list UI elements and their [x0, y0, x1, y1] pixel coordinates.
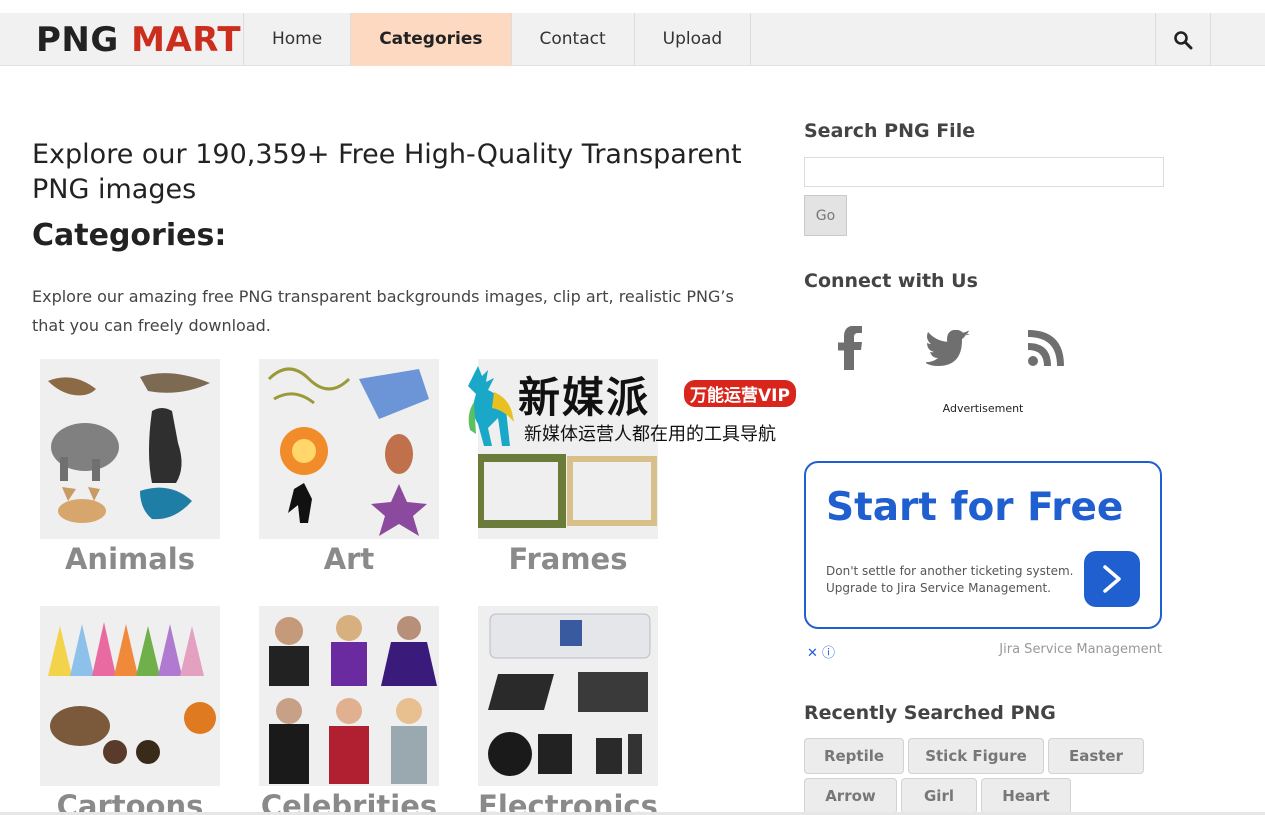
- ad-sponsor[interactable]: Jira Service Management: [960, 642, 1162, 657]
- sidebar-search-heading: Search PNG File: [804, 120, 976, 142]
- art-thumbnail: [267, 367, 429, 536]
- cartoons-thumbnail: [48, 622, 216, 764]
- tag-reptile[interactable]: Reptile: [804, 738, 904, 774]
- logo-text-png: PNG: [36, 20, 119, 60]
- category-label[interactable]: Animals: [40, 540, 220, 578]
- tag-heart[interactable]: Heart: [981, 778, 1071, 814]
- page-headline: Explore our 190,359+ Free High-Quality T…: [32, 139, 742, 205]
- facebook-link[interactable]: [825, 322, 877, 374]
- category-celebrities-image[interactable]: [259, 606, 439, 786]
- logo-text-mart: MART: [131, 20, 242, 60]
- watermark-badge: 万能运营VIP: [684, 380, 796, 407]
- electronics-thumbnail: [488, 613, 651, 776]
- category-label[interactable]: Art: [259, 540, 439, 578]
- tag-girl[interactable]: Girl: [901, 778, 977, 814]
- ad-close-icon[interactable]: ✕ ⓘ: [807, 642, 835, 661]
- search-icon: [1174, 30, 1193, 49]
- category-label[interactable]: Frames: [478, 540, 658, 578]
- category-cartoons-image[interactable]: [40, 606, 220, 786]
- rss-icon: [1028, 330, 1064, 366]
- category-electronics[interactable]: Electronics: [478, 606, 658, 815]
- header-search-button[interactable]: [1155, 13, 1211, 66]
- nav-home[interactable]: Home: [243, 13, 350, 66]
- category-art-image[interactable]: [259, 359, 439, 539]
- category-animals-image[interactable]: [40, 359, 220, 539]
- twitter-link[interactable]: [922, 322, 974, 374]
- tag-easter[interactable]: Easter: [1048, 738, 1144, 774]
- ad-arrow-button[interactable]: [1084, 551, 1140, 607]
- category-art[interactable]: Art: [259, 359, 439, 578]
- site-logo[interactable]: PNG MART: [36, 20, 241, 60]
- advertisement-label: Advertisement: [942, 402, 1024, 415]
- category-label[interactable]: Celebrities: [259, 787, 439, 815]
- category-label[interactable]: Cartoons: [40, 787, 220, 815]
- category-animals[interactable]: Animals: [40, 359, 220, 578]
- ad-headline[interactable]: Start for Free: [826, 485, 1123, 530]
- celebrities-thumbnail: [269, 615, 437, 784]
- nav-contact[interactable]: Contact: [510, 13, 634, 66]
- watermark-subtitle: 新媒体运营人都在用的工具导航: [524, 424, 776, 445]
- category-celebrities[interactable]: Celebrities: [259, 606, 439, 815]
- categories-title: Categories:: [32, 218, 227, 253]
- intro-text: Explore our amazing free PNG transparent…: [32, 287, 734, 335]
- tag-stick-figure[interactable]: Stick Figure: [908, 738, 1044, 774]
- main-nav: Home Categories Contact Upload: [243, 13, 752, 66]
- png-search-input[interactable]: [804, 157, 1164, 187]
- nav-categories[interactable]: Categories: [350, 13, 511, 66]
- top-navigation-bar: PNG MART Home Categories Contact Upload: [0, 13, 1265, 66]
- deer-logo-icon: [468, 366, 514, 446]
- recent-searches-heading: Recently Searched PNG: [804, 702, 1056, 724]
- watermark-overlay: 新媒派 万能运营VIP 新媒体运营人都在用的工具导航: [458, 362, 808, 448]
- category-label[interactable]: Electronics: [478, 787, 658, 815]
- ad-text: Don't settle for another ticketing syste…: [826, 564, 1074, 595]
- connect-heading: Connect with Us: [804, 270, 978, 292]
- rss-link[interactable]: [1020, 322, 1072, 374]
- chevron-right-icon: [1103, 565, 1121, 593]
- twitter-icon: [926, 330, 970, 366]
- nav-upload[interactable]: Upload: [633, 13, 752, 66]
- category-electronics-image[interactable]: [478, 606, 658, 786]
- ad-banner[interactable]: Start for Free Don't settle for another …: [804, 461, 1162, 629]
- tag-arrow[interactable]: Arrow: [804, 778, 897, 814]
- animals-thumbnail: [48, 373, 210, 523]
- category-cartoons[interactable]: Cartoons: [40, 606, 220, 815]
- watermark-title: 新媒派: [518, 373, 651, 422]
- go-button[interactable]: Go: [804, 195, 847, 236]
- facebook-icon: [838, 326, 862, 370]
